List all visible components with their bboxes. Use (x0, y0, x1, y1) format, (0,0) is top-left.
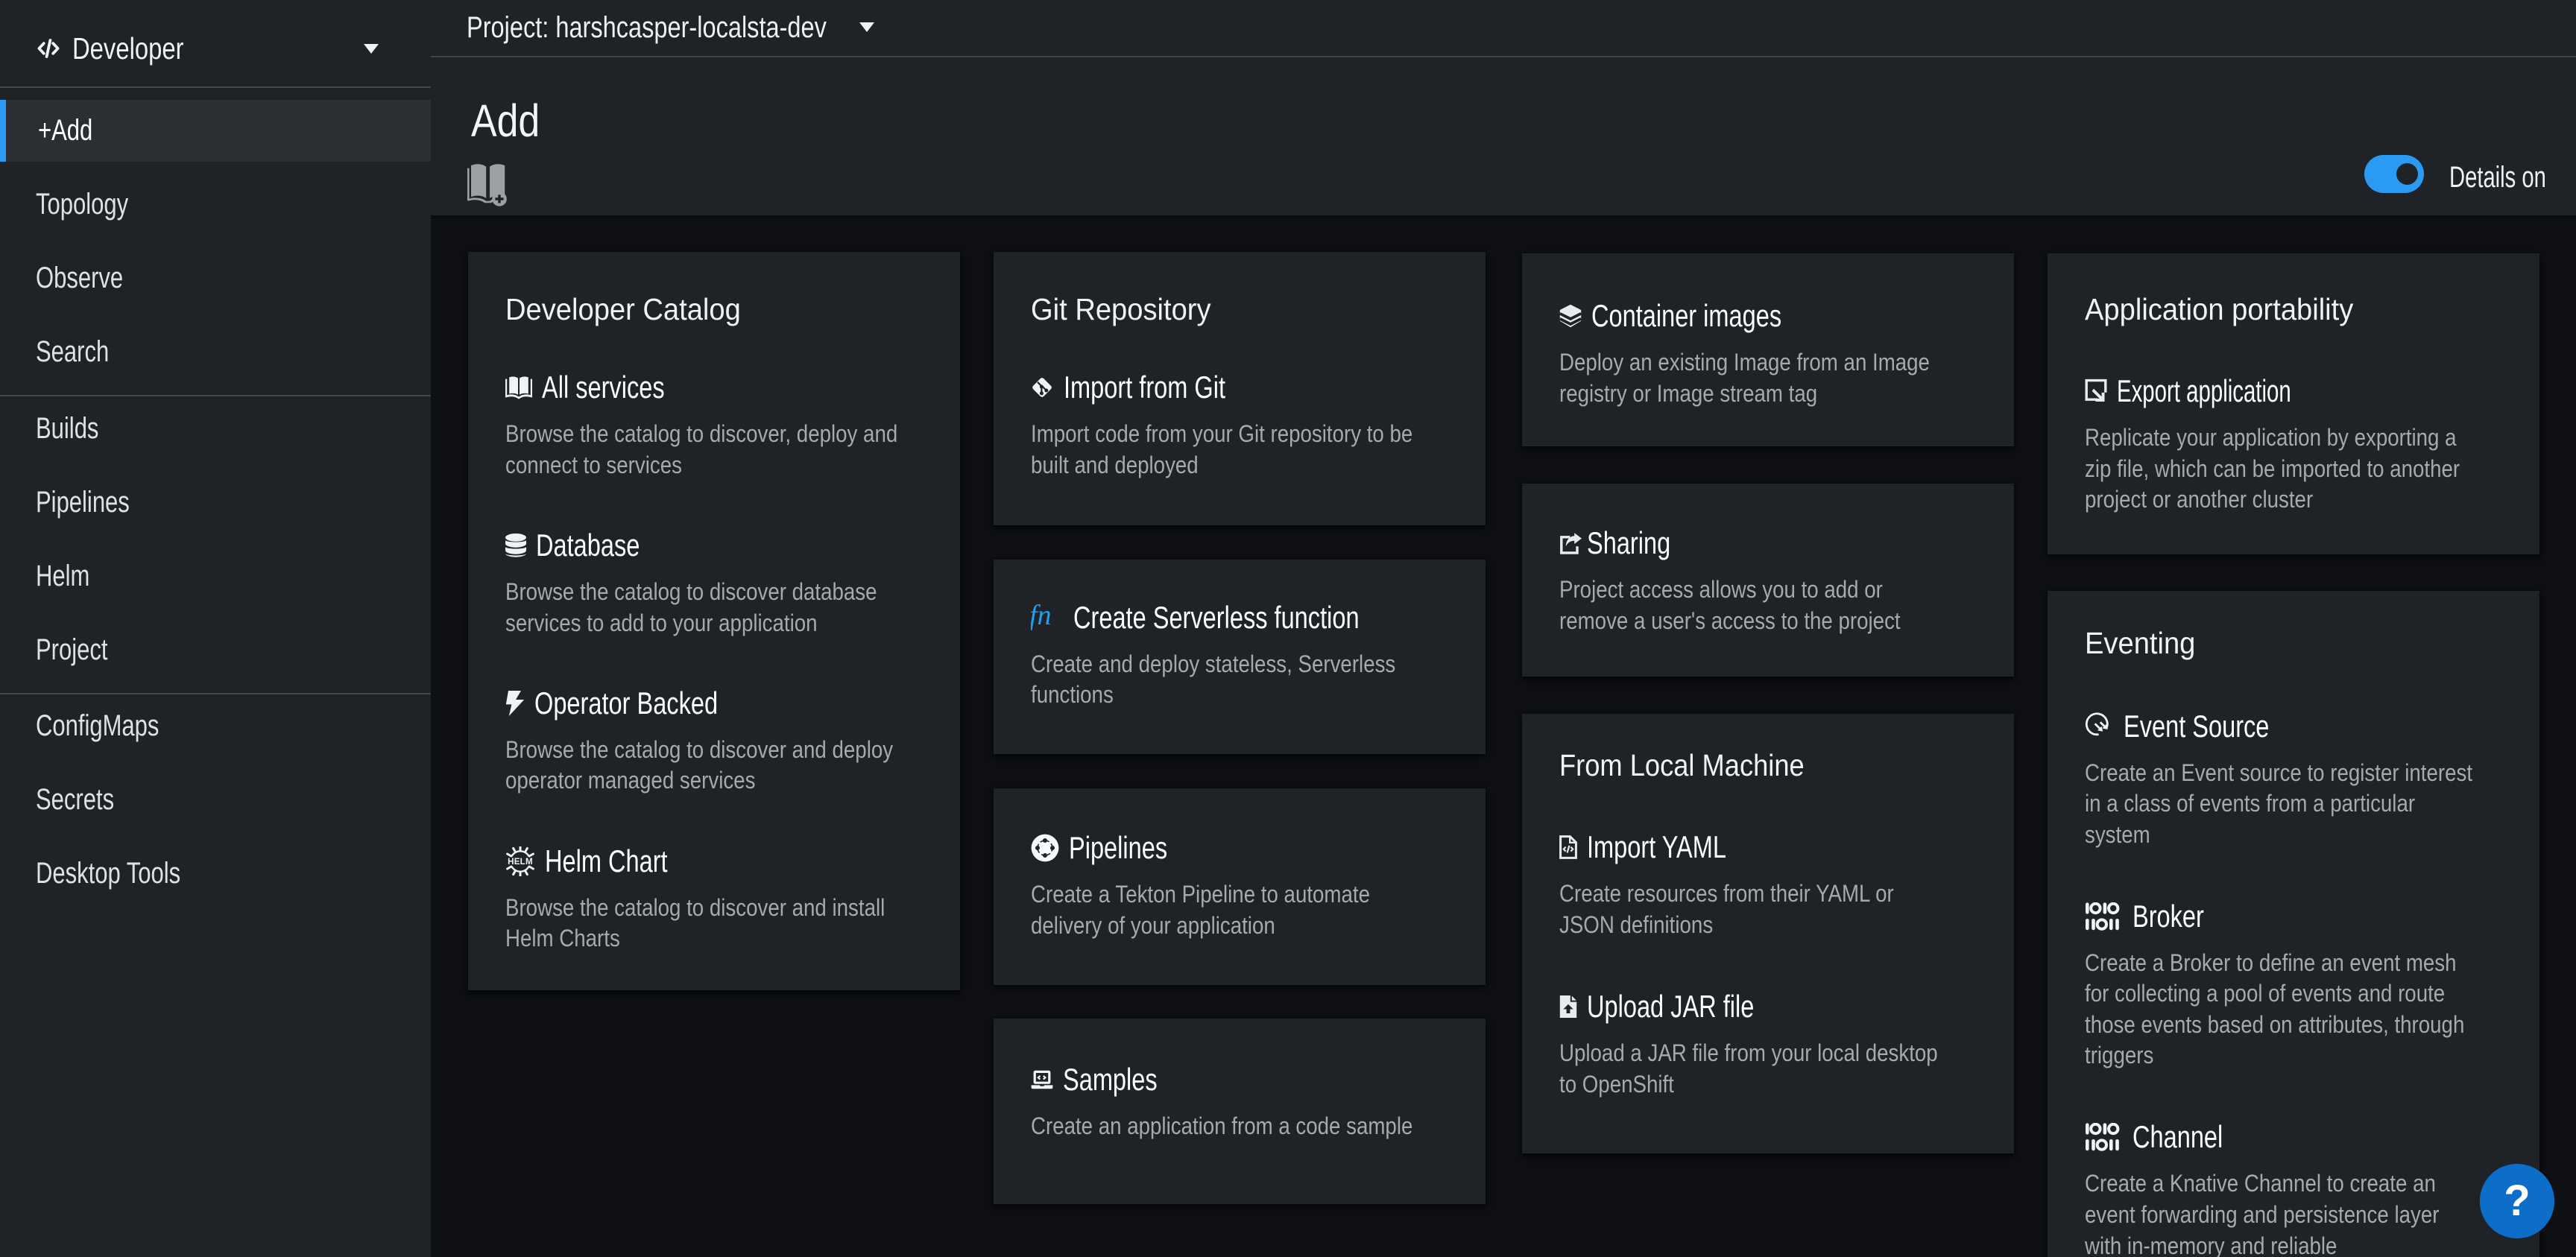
svg-text:HELM: HELM (508, 857, 533, 867)
svg-text:fn: fn (1031, 603, 1052, 631)
